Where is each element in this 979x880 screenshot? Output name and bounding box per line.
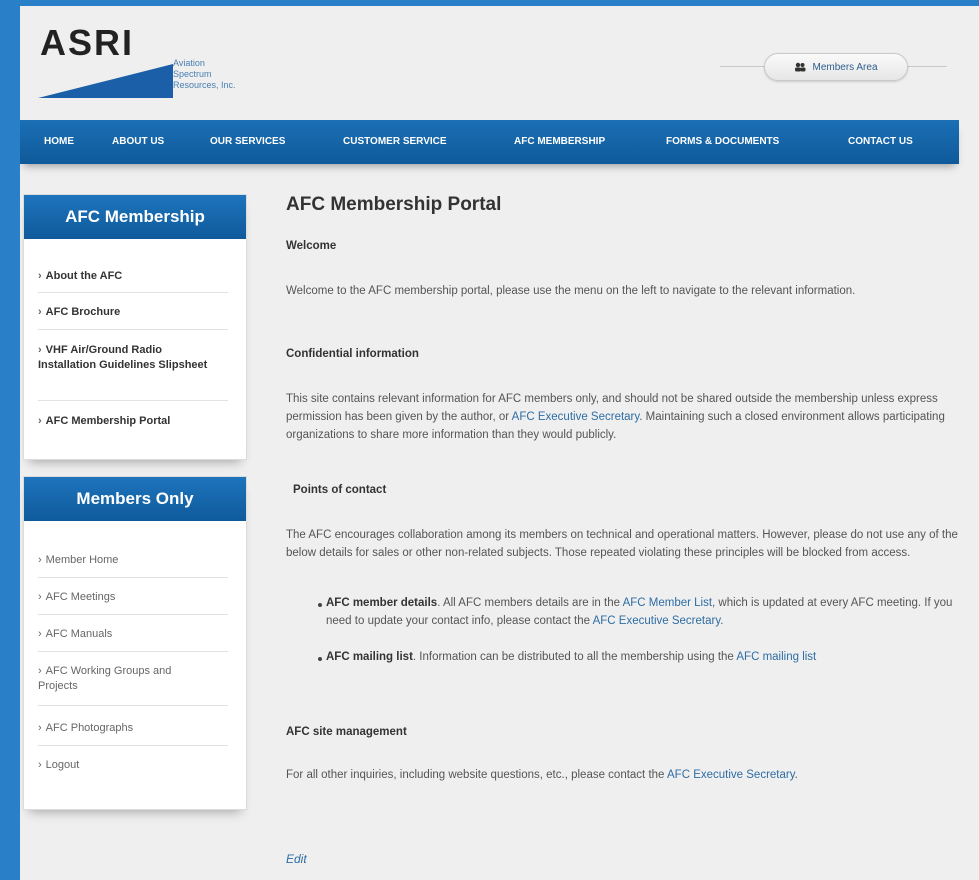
text-span: . xyxy=(720,615,724,627)
bullet-icon: › xyxy=(38,415,42,427)
site-management-heading: AFC site management xyxy=(286,726,407,738)
main-nav: HOME ABOUT US OUR SERVICES CUSTOMER SERV… xyxy=(20,120,959,164)
bullet-icon: › xyxy=(38,554,42,566)
logo-text: ASRI xyxy=(40,22,135,63)
site-management-text: For all other inquiries, including websi… xyxy=(286,766,976,784)
mailing-list-item: AFC mailing list. Information can be dis… xyxy=(326,648,979,666)
sidebar-item-label: AFC Membership Portal xyxy=(45,415,171,427)
logo-triangle-icon xyxy=(38,64,173,98)
members-only-menu: Members Only › Member Home › AFC Meetings … xyxy=(23,476,247,810)
nav-home[interactable]: HOME xyxy=(44,136,74,147)
asri-logo[interactable]: ASRI Aviation Spectrum Resources, Inc. xyxy=(38,20,258,100)
bullet-icon: › xyxy=(38,591,42,603)
nav-afc-membership[interactable]: AFC MEMBERSHIP xyxy=(514,136,605,147)
users-icon xyxy=(795,62,806,72)
welcome-text: Welcome to the AFC membership portal, pl… xyxy=(286,285,856,297)
divider-line xyxy=(720,66,764,67)
sidebar-item-membership-portal[interactable]: › AFC Membership Portal xyxy=(38,414,228,429)
sidebar-item-working-groups[interactable]: › AFC Working Groups and Projects xyxy=(38,664,208,694)
member-details-item: AFC member details. All AFC members deta… xyxy=(326,594,976,630)
members-only-menu-title: Members Only xyxy=(24,477,246,521)
sidebar-item-vhf-guidelines[interactable]: › VHF Air/Ground Radio Installation Guide… xyxy=(38,343,208,373)
afc-executive-secretary-link[interactable]: AFC Executive Secretary xyxy=(512,411,640,423)
afc-member-list-link[interactable]: AFC Member List xyxy=(623,597,712,609)
sidebar-item-label: Member Home xyxy=(45,554,119,566)
sidebar-item-label: AFC Meetings xyxy=(45,591,116,603)
logo-subtitle-line: Aviation xyxy=(173,58,205,68)
nav-forms-documents[interactable]: FORMS & DOCUMENTS xyxy=(666,136,779,147)
sidebar-item-afc-photographs[interactable]: › AFC Photographs xyxy=(38,721,228,736)
nav-about-us[interactable]: ABOUT US xyxy=(112,136,164,147)
sidebar-item-afc-brochure[interactable]: › AFC Brochure xyxy=(38,305,228,320)
text-span: . Information can be distributed to all … xyxy=(412,651,737,663)
divider xyxy=(38,400,228,401)
sidebar-item-label: VHF Air/Ground Radio Installation Guidel… xyxy=(38,344,208,371)
text-span: . All AFC members details are in the xyxy=(437,597,623,609)
bullet-icon: › xyxy=(38,628,42,640)
points-of-contact-text: The AFC encourages collaboration among i… xyxy=(286,529,958,559)
page-title: AFC Membership Portal xyxy=(286,194,502,215)
afc-executive-secretary-link[interactable]: AFC Executive Secretary xyxy=(593,615,721,627)
divider xyxy=(38,705,228,706)
divider xyxy=(38,577,228,578)
bullet-icon: › xyxy=(38,759,42,771)
logo-subtitle-line: Resources, Inc. xyxy=(173,80,236,90)
afc-mailing-list-link[interactable]: AFC mailing list xyxy=(736,651,816,663)
bullet-icon: › xyxy=(38,344,42,356)
logo-subtitle: Aviation Spectrum Resources, Inc. xyxy=(173,58,236,91)
sidebar-item-label: About the AFC xyxy=(45,270,123,282)
sidebar-item-logout[interactable]: › Logout xyxy=(38,758,228,773)
text-span: For all other inquiries, including websi… xyxy=(286,769,667,781)
afc-membership-menu: AFC Membership › About the AFC › AFC Broch… xyxy=(23,194,247,460)
sidebar-item-label: AFC Brochure xyxy=(45,306,121,318)
welcome-heading: Welcome xyxy=(286,240,337,252)
text-span: . xyxy=(794,769,798,781)
afc-membership-menu-title: AFC Membership xyxy=(24,195,246,239)
member-details-label: AFC member details xyxy=(326,597,438,609)
confidential-text: This site contains relevant information … xyxy=(286,390,968,444)
divider xyxy=(38,651,228,652)
bullet-icon: › xyxy=(38,722,42,734)
bullet-icon: › xyxy=(38,270,42,282)
mailing-list-label: AFC mailing list xyxy=(326,651,413,663)
logo-subtitle-line: Spectrum xyxy=(173,69,212,79)
divider xyxy=(38,292,228,293)
confidential-heading: Confidential information xyxy=(286,348,419,360)
afc-executive-secretary-link[interactable]: AFC Executive Secretary xyxy=(667,769,795,781)
nav-customer-service[interactable]: CUSTOMER SERVICE xyxy=(343,136,447,147)
edit-link[interactable]: Edit xyxy=(286,852,307,866)
nav-contact-us[interactable]: CONTACT US xyxy=(848,136,913,147)
members-area-label: Members Area xyxy=(812,61,878,73)
nav-our-services[interactable]: OUR SERVICES xyxy=(210,136,285,147)
page-container: ASRI Aviation Spectrum Resources, Inc. M… xyxy=(20,6,979,880)
sidebar-item-label: AFC Working Groups and Projects xyxy=(38,665,172,692)
divider xyxy=(38,614,228,615)
divider xyxy=(38,329,228,330)
bullet-icon: › xyxy=(38,665,42,677)
sidebar-item-label: AFC Photographs xyxy=(45,722,134,734)
sidebar-item-about-afc[interactable]: › About the AFC xyxy=(38,269,228,284)
sidebar-item-label: AFC Manuals xyxy=(45,628,113,640)
bullet-icon xyxy=(318,657,322,661)
bullet-icon xyxy=(318,603,322,607)
sidebar-item-label: Logout xyxy=(45,759,80,771)
divider xyxy=(38,745,228,746)
divider-line xyxy=(907,66,947,67)
sidebar-item-member-home[interactable]: › Member Home xyxy=(38,553,228,568)
bullet-icon: › xyxy=(38,306,42,318)
sidebar-item-afc-manuals[interactable]: › AFC Manuals xyxy=(38,627,228,642)
members-area-button[interactable]: Members Area xyxy=(764,53,908,81)
points-of-contact-heading: Points of contact xyxy=(293,484,387,496)
sidebar-item-afc-meetings[interactable]: › AFC Meetings xyxy=(38,590,228,605)
